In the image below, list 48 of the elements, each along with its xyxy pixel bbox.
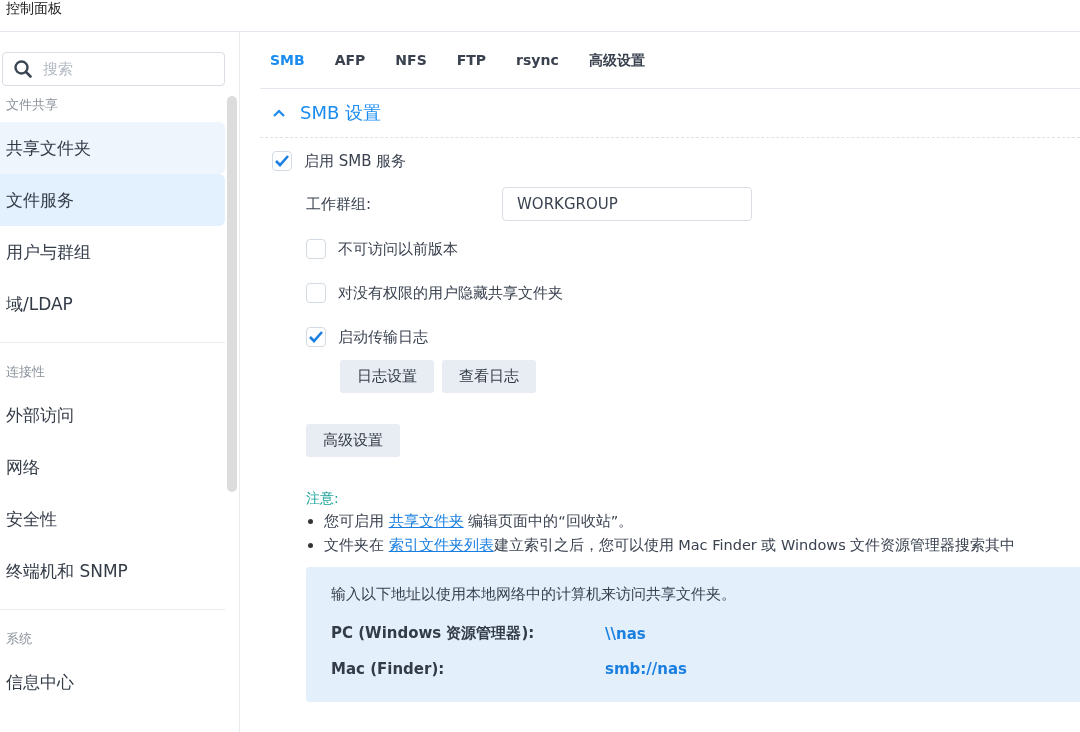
checkbox[interactable] [272,151,292,171]
checkbox-label: 启动传输日志 [338,327,428,347]
sidebar-item[interactable]: 文件服务 [0,174,225,226]
sidebar-section-title: 文件共享 [5,96,59,114]
checkbox-label: 不可访问以前版本 [338,239,458,259]
sidebar-item[interactable]: 共享文件夹 [0,122,225,174]
address-value: \\nas [605,624,646,643]
checkbox-label: 对没有权限的用户隐藏共享文件夹 [338,283,563,303]
sidebar-section-title: 系统 [5,630,33,648]
bullet-icon [308,518,313,524]
note-link[interactable]: 索引文件夹列表 [388,536,494,553]
note-text: 您可启用 共享文件夹 编辑页面中的“回收站”。 [324,511,634,531]
tab[interactable]: NFS [385,32,437,88]
sidebar-item[interactable]: 信息中心 [0,656,225,708]
sidebar-item[interactable]: 安全性 [0,493,225,545]
checkbox[interactable] [306,283,326,303]
note-link[interactable]: 共享文件夹 [388,512,464,529]
address-value: smb://nas [605,659,687,678]
sidebar-item[interactable]: 网络 [0,441,225,493]
field-label: 工作群组: [306,194,373,214]
sidebar-item[interactable]: 域/LDAP [0,278,225,330]
sidebar-item[interactable]: 外部访问 [0,389,225,441]
checkbox-label: 启用 SMB 服务 [304,151,407,171]
chevron-icon[interactable] [272,108,286,118]
tab[interactable]: 高级设置 [578,32,655,88]
sidebar-item[interactable]: 用户与群组 [0,226,225,278]
section-title: SMB 设置 [300,101,382,125]
window-title: 控制面板 [6,0,62,16]
log-button[interactable]: 查看日志 [442,360,536,393]
search-icon [13,59,33,79]
tab[interactable]: FTP [446,32,497,88]
sidebar-item[interactable]: 终端机和 SNMP [0,545,225,597]
scrollbar-thumb[interactable] [227,96,237,492]
workgroup-field[interactable]: WORKGROUP [502,187,752,221]
checkbox[interactable] [306,239,326,259]
advanced-settings-button[interactable]: 高级设置 [306,424,400,457]
note-text: 文件夹在 索引文件夹列表建立索引之后，您可以使用 Mac Finder 或 Windows 文件资源管理器搜索其中 [324,535,1016,555]
checkbox[interactable] [306,327,326,347]
bullet-icon [308,542,313,548]
info-text: 输入以下地址以使用本地网络中的计算机来访问共享文件夹。 [331,585,737,604]
sidebar-section-title: 连接性 [5,363,46,381]
log-button[interactable]: 日志设置 [340,360,434,393]
tab[interactable]: AFP [324,32,376,88]
notes-title: 注意: [305,489,340,508]
tab[interactable]: rsync [506,32,569,88]
search-field[interactable]: 搜索 [2,52,225,86]
address-label: Mac (Finder): [331,659,446,678]
address-label: PC (Windows 资源管理器): [331,624,536,643]
